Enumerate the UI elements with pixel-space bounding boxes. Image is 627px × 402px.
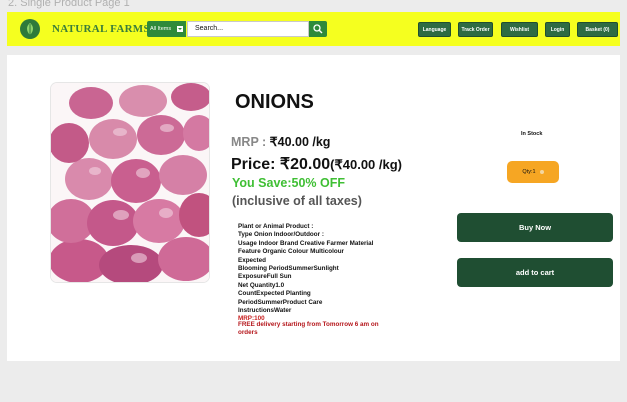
category-select[interactable]: All Items — [147, 21, 186, 37]
stock-status: In Stock — [521, 131, 543, 137]
spec-line: PeriodSummerProduct Care — [238, 298, 323, 306]
top-header: NATURAL FARMS All Items Search... Langua… — [7, 12, 620, 46]
add-to-cart-button[interactable]: add to cart — [457, 258, 613, 287]
price-unit: (₹40.00 /kg) — [330, 157, 402, 172]
search-button[interactable] — [309, 21, 327, 37]
category-select-label: All Items — [150, 26, 172, 32]
spec-line: Feature Organic Colour Multicolour — [238, 248, 345, 256]
login-button[interactable]: Login — [545, 22, 570, 37]
selling-price: Price: ₹20.00(₹40.00 /kg) — [231, 154, 402, 174]
language-button[interactable]: Language — [418, 22, 451, 37]
wishlist-button[interactable]: Wishlist — [501, 22, 538, 37]
price-label: Price: ₹20.00 — [231, 156, 331, 173]
search-icon — [313, 24, 323, 34]
search-input[interactable]: Search... — [187, 21, 309, 37]
product-title: ONIONS — [235, 91, 314, 113]
basket-button[interactable]: Basket (0) — [577, 22, 618, 37]
spec-line: CountExpected Planting — [238, 290, 311, 298]
buy-now-button[interactable]: Buy Now — [457, 213, 613, 242]
spec-line: Plant or Animal Product : — [238, 223, 314, 230]
spec-line: Net Quantity1.0 — [238, 281, 285, 289]
brand-name[interactable]: NATURAL FARMS — [52, 23, 150, 35]
quantity-label: Qty:1 — [522, 169, 536, 175]
delivery-note: FREE delivery starting from Tomorrow 6 a… — [238, 321, 379, 336]
dropdown-dot-icon — [539, 169, 544, 174]
product-specs: Plant or Animal Product : Type Onion Ind… — [238, 223, 396, 324]
spec-line: ExposureFull Sun — [238, 273, 292, 281]
page-caption: 2. Single Product Page 1 — [8, 0, 130, 9]
mrp-price: MRP : ₹40.00 /kg — [231, 134, 330, 149]
quantity-select[interactable]: Qty:1 — [507, 161, 559, 183]
leaf-logo-icon[interactable] — [20, 19, 40, 39]
product-image — [51, 83, 209, 282]
product-card: ONIONS MRP : ₹40.00 /kg Price: ₹20.00(₹4… — [7, 55, 620, 361]
spec-line: Blooming PeriodSummerSunlight — [238, 265, 339, 273]
taxes-note: (inclusive of all taxes) — [232, 194, 362, 208]
chevron-down-icon — [177, 26, 183, 32]
mrp-label: MRP : — [231, 135, 270, 149]
spec-line: Usage Indoor Brand Creative Farmer Mater… — [238, 239, 374, 247]
spec-line: Type Onion Indoor/Outdoor : — [238, 231, 324, 239]
savings-text: You Save:50% OFF — [232, 176, 345, 190]
spec-line: InstructionsWater — [238, 307, 292, 315]
mrp-value: ₹40.00 /kg — [269, 135, 331, 149]
spec-line: Expected — [238, 256, 266, 264]
track-order-button[interactable]: Track Order — [458, 22, 493, 37]
